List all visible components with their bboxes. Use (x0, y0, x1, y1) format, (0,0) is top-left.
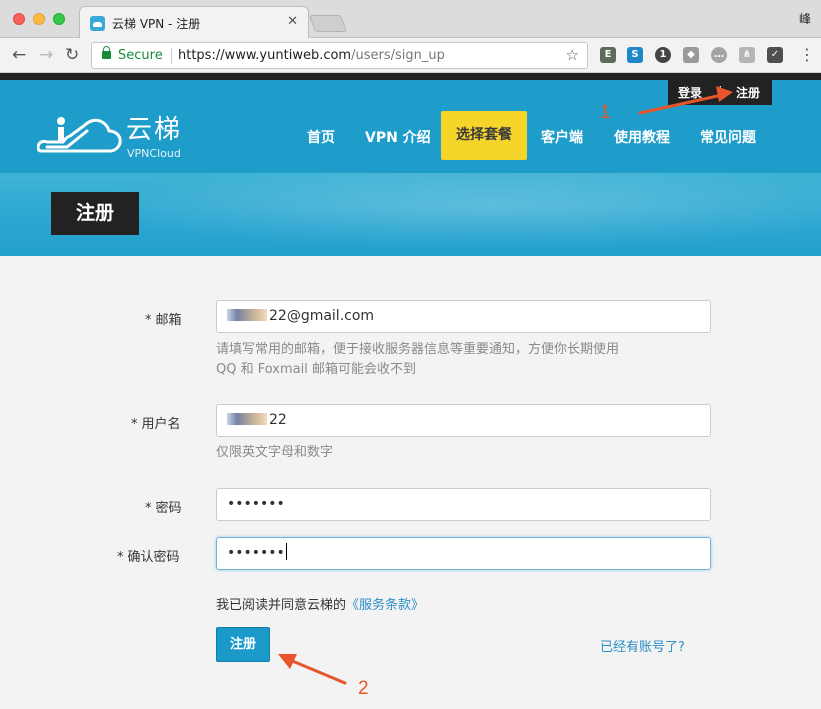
email-help: 请填写常用的邮箱，便于接收服务器信息等重要通知，方便你长期使用 QQ 和 Fox… (216, 340, 619, 380)
nav-vpn-intro[interactable]: VPN 介绍 (365, 127, 431, 147)
nav-client[interactable]: 客户端 (541, 127, 583, 147)
cloud-favicon-icon (90, 16, 105, 31)
password-label-text: 密码 (155, 501, 182, 516)
signup-form: * 邮箱 22@gmail.com 请填写常用的邮箱，便于接收服务器信息等重要通知… (0, 256, 821, 709)
forward-arrow-icon[interactable]: → (39, 45, 53, 65)
window-close-icon[interactable] (13, 13, 25, 25)
inbox-extension-icon[interactable]: ✓ (767, 47, 783, 63)
url-text[interactable]: https://www.yuntiweb.com/users/sign_up (178, 48, 445, 63)
window-minimize-icon[interactable] (33, 13, 45, 25)
confirm-password-value: ••••••• (227, 545, 285, 561)
tab-title: 云梯 VPN - 注册 (112, 17, 201, 31)
dropbox-extension-icon[interactable]: ◆ (683, 47, 699, 63)
required-mark: * (145, 501, 152, 516)
email-field[interactable]: 22@gmail.com (216, 300, 711, 333)
omnibox-divider (171, 48, 172, 64)
evernote-extension-icon[interactable]: E (600, 47, 616, 63)
window-zoom-icon[interactable] (53, 13, 65, 25)
annotation-number-1: 1 (600, 102, 611, 123)
required-mark: * (131, 417, 138, 432)
terms-agreement: 我已阅读并同意云梯的《服务条款》 (216, 594, 424, 613)
url-path: /users/sign_up (351, 48, 445, 63)
username-label-text: 用户名 (141, 417, 181, 432)
reload-icon[interactable]: ↻ (65, 45, 79, 65)
browser-menu-icon[interactable]: ⋮ (799, 45, 815, 64)
confirm-password-label-text: 确认密码 (127, 550, 180, 565)
s-extension-icon[interactable]: S (627, 47, 643, 63)
email-help-line2: QQ 和 Foxmail 邮箱可能会收不到 (216, 362, 416, 377)
password-field[interactable]: ••••••• (216, 488, 711, 521)
logo-cloud-escalator-icon[interactable] (37, 115, 123, 157)
required-mark: * (117, 550, 124, 565)
nav-tutorial[interactable]: 使用教程 (614, 127, 670, 147)
auth-separator: / (717, 84, 722, 98)
nav-choose-plan[interactable]: 选择套餐 (441, 111, 527, 160)
browser-toolbar: ← → ↻ Secure https://www.yuntiweb.com/us… (0, 38, 821, 73)
lock-icon (102, 46, 111, 59)
email-value: 22@gmail.com (269, 308, 375, 324)
confirm-password-label: * 确认密码 (117, 546, 180, 565)
login-link[interactable]: 登录 (678, 84, 702, 101)
nav-home[interactable]: 首页 (307, 127, 335, 147)
terms-of-service-link[interactable]: 《服务条款》 (346, 598, 424, 613)
required-mark: * (145, 313, 152, 328)
register-link[interactable]: 注册 (736, 84, 760, 101)
page-title: 注册 (51, 192, 139, 235)
nav-faq[interactable]: 常见问题 (700, 127, 756, 147)
redacted-email-prefix (227, 309, 267, 321)
text-caret (285, 543, 287, 560)
annotation-number-2: 2 (358, 678, 369, 699)
terms-agreement-text: 我已阅读并同意云梯的 (216, 598, 347, 613)
username-value: 22 (269, 412, 287, 428)
tab-close-icon[interactable]: ✕ (287, 14, 298, 29)
have-account-link[interactable]: 已经有账号了? (600, 636, 685, 655)
page-banner: 注册 (0, 173, 821, 256)
network-extension-icon[interactable]: ⋔ (739, 47, 755, 63)
auth-links: 登录 / 注册 (668, 80, 772, 105)
username-help: 仅限英文字母和数字 (216, 445, 334, 460)
back-arrow-icon[interactable]: ← (12, 45, 26, 65)
username-field[interactable]: 22 (216, 404, 711, 437)
browser-tab[interactable]: 云梯 VPN - 注册 ✕ (79, 6, 309, 39)
logo-text[interactable]: 云梯 (126, 115, 182, 145)
top-strip (0, 73, 821, 80)
browser-tab-bar: 云梯 VPN - 注册 ✕ 峰 (0, 0, 821, 39)
confirm-password-field[interactable]: ••••••• (216, 537, 711, 570)
email-help-line1: 请填写常用的邮箱，便于接收服务器信息等重要通知，方便你长期使用 (216, 342, 620, 357)
address-bar[interactable]: Secure https://www.yuntiweb.com/users/si… (91, 42, 588, 69)
username-label: * 用户名 (131, 413, 181, 432)
profile-name[interactable]: 峰 (799, 10, 811, 27)
url-host: https://www.yuntiweb.com (178, 48, 352, 63)
chat-extension-icon[interactable]: … (711, 47, 727, 63)
logo-subtitle: VPNCloud (127, 147, 181, 160)
bookmark-star-icon[interactable]: ☆ (566, 46, 579, 64)
new-tab-button[interactable] (308, 15, 348, 32)
password-value: ••••••• (227, 496, 285, 512)
register-submit-button[interactable]: 注册 (216, 627, 270, 662)
onepassword-extension-icon[interactable]: 1 (655, 47, 671, 63)
redacted-username-prefix (227, 413, 267, 425)
email-label: * 邮箱 (145, 309, 182, 328)
password-label: * 密码 (145, 497, 182, 516)
secure-label: Secure (118, 48, 163, 63)
email-label-text: 邮箱 (155, 313, 182, 328)
